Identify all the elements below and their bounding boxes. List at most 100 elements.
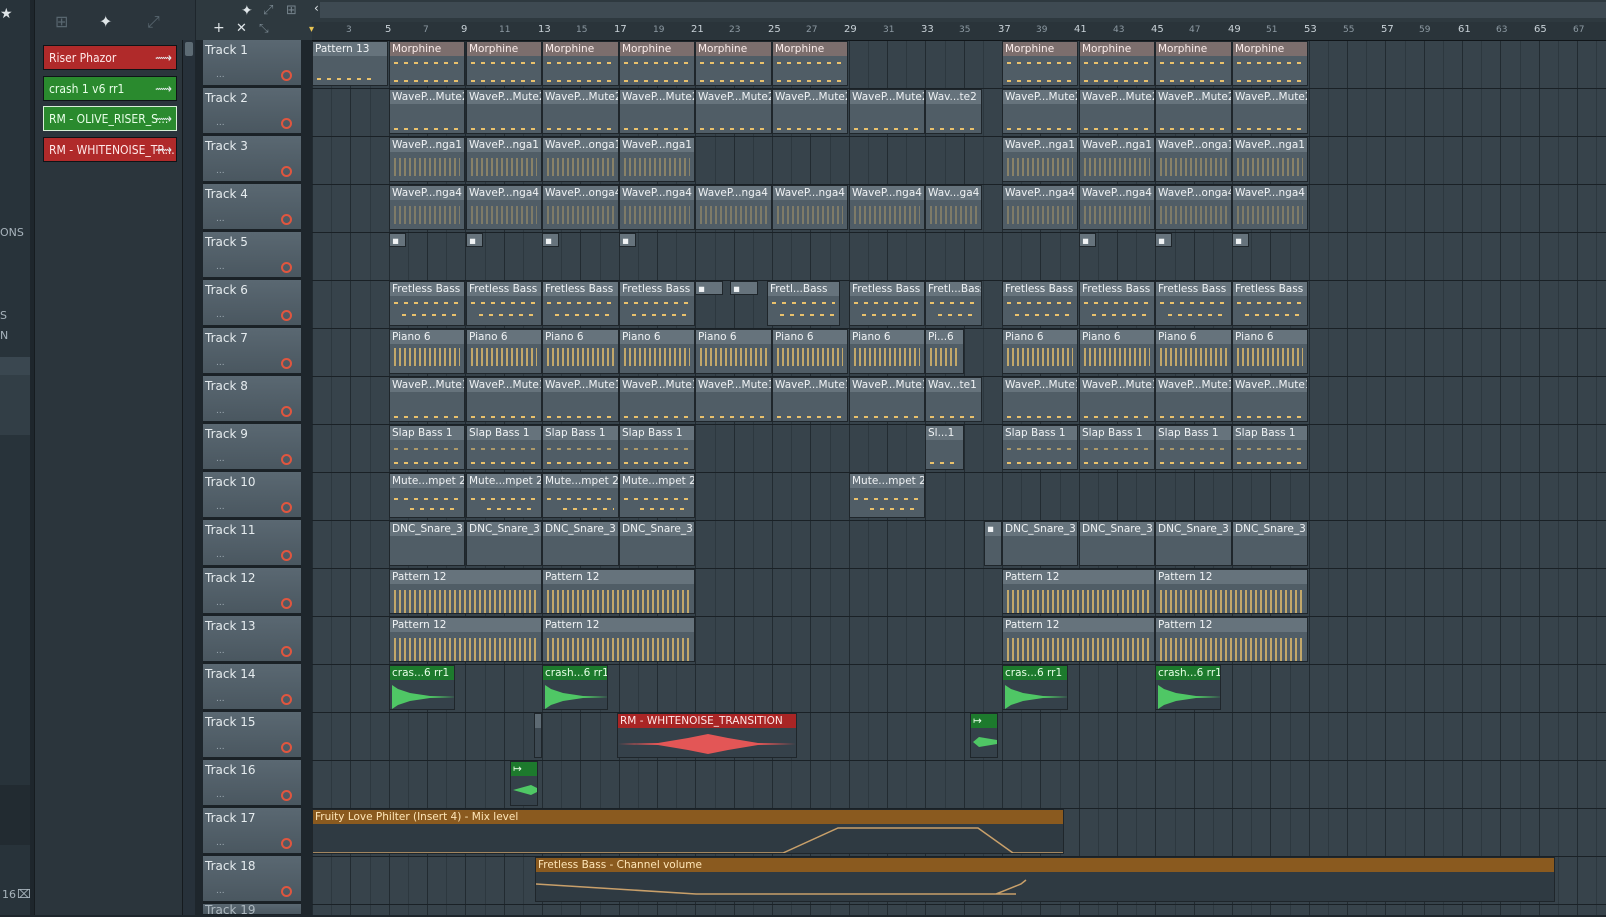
pattern-clip[interactable]: WaveP...Mute1 — [466, 377, 542, 422]
pattern-clip[interactable]: Fretless Bass — [542, 281, 619, 326]
more-icon[interactable]: ... — [216, 550, 225, 560]
pattern-clip[interactable]: WaveP...nga1 — [1002, 137, 1078, 182]
pattern-clip[interactable]: Fretless Bass — [1079, 281, 1155, 326]
pattern-clip[interactable]: Morphine — [466, 41, 542, 86]
link-icon[interactable]: ⤡ — [259, 21, 269, 36]
track-header[interactable]: Track 6... — [203, 280, 301, 326]
playlist-grid[interactable]: Pattern 13 Morphine Morphine Morphine Mo… — [312, 41, 1606, 915]
piano-icon[interactable]: ⊞ — [286, 3, 297, 18]
pattern-clip[interactable]: Wav...te1 — [925, 377, 982, 422]
pattern-clip[interactable]: Mute...mpet 2 — [542, 473, 619, 518]
pattern-clip[interactable]: WaveP...nga1 — [1232, 137, 1308, 182]
pattern-clip[interactable]: WaveP...Mute2 — [849, 89, 925, 134]
more-icon[interactable]: ... — [216, 166, 225, 176]
automation-icon[interactable]: ⤢ — [263, 3, 273, 18]
pattern-clip[interactable]: WaveP...nga4 — [695, 185, 772, 230]
pattern-clip[interactable]: Pattern 12 — [389, 617, 542, 662]
pattern-clip[interactable]: Fretl...Bass — [767, 281, 840, 326]
pattern-clip[interactable]: Piano 6 — [389, 329, 465, 374]
track-header[interactable]: Track 8... — [203, 376, 301, 422]
overview-scrollbar[interactable] — [320, 2, 1606, 18]
automation-clip[interactable]: Fretless Bass - Channel volume — [535, 857, 1555, 902]
pattern-clip[interactable]: DNC_Snare_3 — [1155, 521, 1232, 566]
picker-scroll-thumb[interactable] — [185, 42, 193, 56]
pattern-clip[interactable]: Wav...ga4 — [925, 185, 982, 230]
record-icon[interactable] — [281, 886, 292, 897]
pattern-clip[interactable]: WaveP...Mute2 — [1079, 89, 1155, 134]
snap-icon[interactable]: ⌧ — [17, 887, 31, 901]
pattern-clip[interactable]: Morphine — [695, 41, 772, 86]
pattern-clip[interactable]: Mute...mpet 2 — [389, 473, 465, 518]
record-icon[interactable] — [281, 502, 292, 513]
track-header[interactable]: Track 1... — [203, 40, 301, 86]
clip-riser-phazor[interactable]: Riser Phazor ⟿ — [43, 45, 177, 70]
record-icon[interactable] — [281, 118, 292, 129]
pattern-clip[interactable]: Fretl...Bass — [925, 281, 982, 326]
track-header[interactable]: Track 3... — [203, 136, 301, 182]
pattern-clip[interactable]: ▪ — [695, 281, 723, 295]
pattern-clip[interactable]: WaveP...Mute1 — [542, 377, 619, 422]
pattern-clip[interactable]: Piano 6 — [772, 329, 848, 374]
pattern-clip[interactable]: ▪ — [1079, 233, 1096, 247]
pattern-clip[interactable]: WaveP...nga1 — [619, 137, 695, 182]
more-icon[interactable]: ... — [216, 886, 225, 896]
pattern-clip[interactable]: WaveP...Mute1 — [849, 377, 925, 422]
track-header[interactable]: Track 9... — [203, 424, 301, 470]
pattern-clip[interactable]: Morphine — [389, 41, 465, 86]
track-header[interactable]: Track 14... — [203, 664, 301, 710]
pattern-clip[interactable]: WaveP...onga1 — [542, 137, 619, 182]
pattern-clip[interactable]: WaveP...Mute1 — [695, 377, 772, 422]
track-header[interactable]: Track 19 — [203, 903, 301, 917]
pattern-clip[interactable]: ▪ — [389, 233, 406, 247]
pattern-clip[interactable]: WaveP...nga4 — [849, 185, 925, 230]
record-icon[interactable] — [281, 694, 292, 705]
pattern-clip[interactable]: ▪ — [1232, 233, 1249, 247]
pattern-clip[interactable]: WaveP...nga4 — [1002, 185, 1078, 230]
track-header[interactable]: Track 2... — [203, 88, 301, 134]
audio-clip[interactable]: cras...6 rr1 — [1002, 665, 1068, 710]
pattern-clip[interactable]: Pattern 12 — [1002, 617, 1155, 662]
pattern-clip[interactable]: ▪ — [466, 233, 483, 247]
pattern-clip[interactable]: ▪ — [619, 233, 636, 247]
pattern-clip[interactable]: WaveP...nga1 — [466, 137, 542, 182]
pattern-clip[interactable]: WaveP...Mute1 — [389, 377, 465, 422]
pattern-clip[interactable]: WaveP...Mute1 — [619, 377, 695, 422]
more-icon[interactable]: ... — [216, 262, 225, 272]
audio-clip[interactable]: ↦ — [970, 713, 998, 758]
track-header[interactable]: Track 13... — [203, 616, 301, 662]
pattern-clip[interactable]: Pattern 12 — [389, 569, 542, 614]
pattern-clip[interactable]: ▪ — [1155, 233, 1172, 247]
more-icon[interactable]: ... — [216, 838, 225, 848]
pattern-clip[interactable]: DNC_Snare_3 — [466, 521, 542, 566]
pattern-clip[interactable]: Mute...mpet 2 — [466, 473, 542, 518]
audio-clip[interactable]: crash...6 rr1 — [1155, 665, 1221, 710]
more-icon[interactable]: ... — [216, 502, 225, 512]
record-icon[interactable] — [281, 70, 292, 81]
more-icon[interactable]: ... — [216, 790, 225, 800]
pattern-clip[interactable]: Morphine — [1002, 41, 1078, 86]
more-icon[interactable]: ... — [216, 454, 225, 464]
audio-clip[interactable] — [534, 713, 542, 758]
pattern-clip[interactable]: Slap Bass 1 — [1002, 425, 1078, 470]
record-icon[interactable] — [281, 742, 292, 753]
pattern-clip[interactable]: Piano 6 — [1155, 329, 1232, 374]
pattern-clip[interactable]: WaveP...onga1 — [1155, 137, 1232, 182]
pattern-clip[interactable]: WaveP...Mute2 — [389, 89, 465, 134]
record-icon[interactable] — [281, 598, 292, 609]
pattern-clip[interactable]: WaveP...Mute1 — [1079, 377, 1155, 422]
timeline-ruler[interactable]: ▾ 3 5 7 9 11 13 15 17 19 21 23 25 27 29 … — [309, 22, 1606, 41]
track-header[interactable]: Track 15... — [203, 712, 301, 758]
pattern-clip[interactable]: Morphine — [542, 41, 619, 86]
pattern-clip[interactable]: WaveP...nga4 — [1079, 185, 1155, 230]
track-header[interactable]: Track 11... — [203, 520, 301, 566]
more-icon[interactable]: ... — [216, 742, 225, 752]
pattern-clip[interactable]: ▪ — [984, 521, 1002, 566]
pattern-clip[interactable]: Pattern 12 — [1155, 569, 1308, 614]
pattern-clip[interactable]: Slap Bass 1 — [389, 425, 465, 470]
audio-clip[interactable]: crash...6 rr1 — [542, 665, 608, 710]
close-icon[interactable]: ✕ — [236, 21, 247, 36]
pattern-clip[interactable]: WaveP...Mute2 — [695, 89, 772, 134]
pattern-clip[interactable]: WaveP...Mute2 — [542, 89, 619, 134]
record-icon[interactable] — [281, 550, 292, 561]
pattern-clip[interactable]: WaveP...nga1 — [389, 137, 465, 182]
